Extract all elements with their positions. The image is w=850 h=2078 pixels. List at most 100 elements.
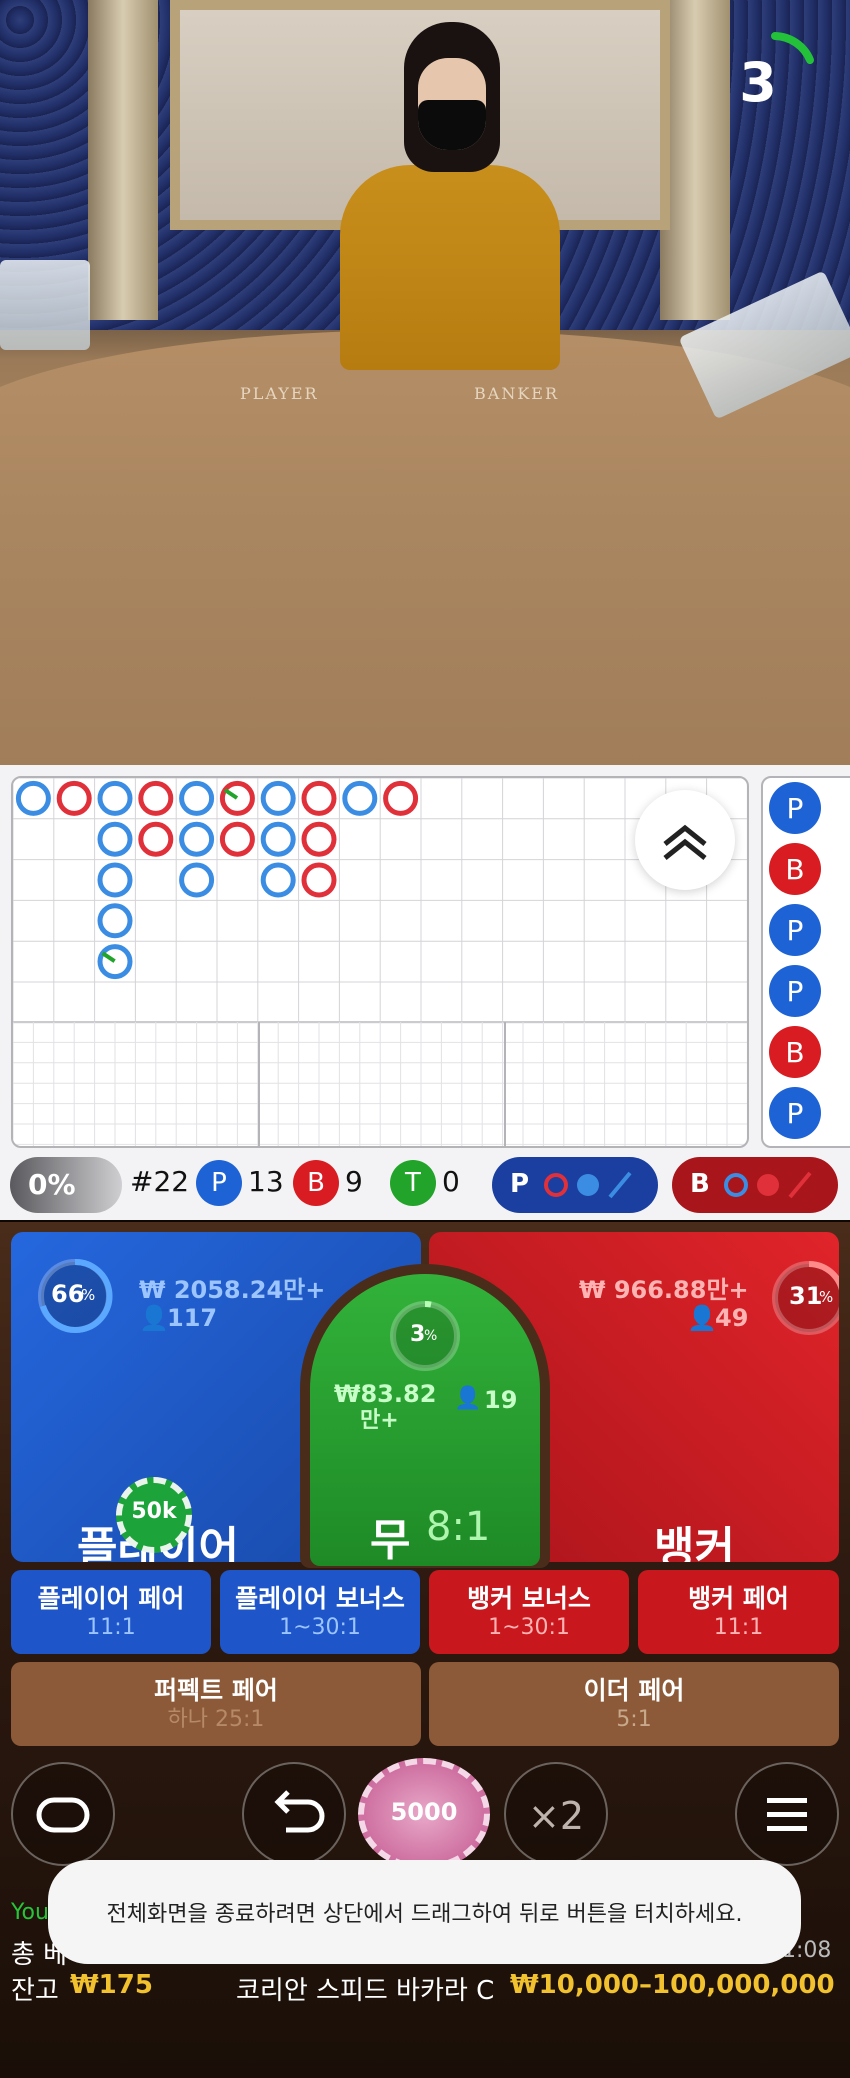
bead-road-marks: PBPPBP xyxy=(769,782,821,1139)
banker-percent: 31 xyxy=(789,1282,823,1310)
tie-marker xyxy=(101,951,116,963)
banker-pair-label: 뱅커 페어 xyxy=(688,1584,789,1613)
dealer-mask xyxy=(418,100,486,150)
player-percent: 66 xyxy=(51,1280,85,1308)
banker-bet-amount: ₩ 966.88만+ xyxy=(579,1276,749,1304)
banker-bonus-button[interactable]: 뱅커 보너스 1~30:1 xyxy=(429,1570,629,1654)
table-icon xyxy=(36,1797,90,1833)
banker-bonus-odds: 1~30:1 xyxy=(488,1615,570,1640)
big-road-player-mark xyxy=(342,780,378,816)
player-pair-button[interactable]: 플레이어 페어 11:1 xyxy=(11,1570,211,1654)
lobby-button[interactable] xyxy=(11,1762,115,1866)
big-road-banker-mark xyxy=(219,821,255,857)
pillar-right xyxy=(660,0,730,320)
fullscreen-toast: 전체화면을 종료하려면 상단에서 드래그하여 뒤로 버튼을 터치하세요. xyxy=(48,1860,801,1964)
round-number: #22 xyxy=(130,1165,190,1198)
card-shoe-left xyxy=(0,260,90,350)
predict-banker-icons xyxy=(724,1171,812,1199)
player-count: 13 xyxy=(248,1165,284,1198)
placed-chip-value: 50k xyxy=(131,1499,177,1524)
player-bet-amount: ₩ 2058.24만+ xyxy=(139,1276,326,1304)
tie-user-icon: 👤 xyxy=(454,1386,482,1411)
bead-label: B xyxy=(785,1036,804,1069)
banker-count-badge: B xyxy=(293,1160,339,1206)
undo-icon xyxy=(274,1790,325,1833)
tie-percent-sign: % xyxy=(424,1328,438,1344)
bet-limits: ₩10,000–100,000,000 xyxy=(510,1970,835,2000)
player-bonus-button[interactable]: 플레이어 보너스 1~30:1 xyxy=(220,1570,420,1654)
tie-count: 0 xyxy=(442,1165,460,1198)
tie-bet-amount-unit: 만+ xyxy=(360,1408,399,1433)
big-road-player-mark xyxy=(260,862,296,898)
double-label: ×2 xyxy=(527,1794,585,1838)
bead-label: P xyxy=(787,914,804,947)
player-user-icon: 👤 xyxy=(139,1304,169,1332)
banker-percent-sign: % xyxy=(819,1288,834,1306)
bead-label: P xyxy=(787,1097,804,1130)
placed-chip[interactable]: 50k xyxy=(116,1477,192,1553)
predict-banker-button[interactable]: B xyxy=(672,1157,838,1213)
roadmap-expand-button[interactable] xyxy=(635,790,735,890)
big-road-banker-mark xyxy=(138,780,174,816)
either-pair-odds: 5:1 xyxy=(616,1707,652,1732)
banker-bonus-label: 뱅커 보너스 xyxy=(467,1584,591,1613)
player-count-badge: P xyxy=(196,1160,242,1206)
perfect-pair-label: 퍼펙트 페어 xyxy=(154,1676,278,1705)
perfect-pair-button[interactable]: 퍼펙트 페어 하나 25:1 xyxy=(11,1662,421,1746)
predict-player-button[interactable]: P xyxy=(492,1157,658,1213)
banker-bettor-count: 49 xyxy=(715,1304,749,1332)
big-road-player-mark xyxy=(260,821,296,857)
balance-label: 잔고 xyxy=(11,1976,59,2006)
banker-pair-button[interactable]: 뱅커 페어 11:1 xyxy=(638,1570,839,1654)
player-bonus-odds: 1~30:1 xyxy=(279,1615,361,1640)
countdown-number: 3 xyxy=(739,51,777,114)
percent-value: 0% xyxy=(28,1168,76,1201)
table-banker-word: BANKER xyxy=(474,384,559,403)
undo-button[interactable] xyxy=(242,1762,346,1866)
perfect-pair-odds: 하나 25:1 xyxy=(167,1707,265,1732)
either-pair-button[interactable]: 이더 페어 5:1 xyxy=(429,1662,839,1746)
tie-bettor-count: 19 xyxy=(484,1386,518,1414)
big-road-banker-mark xyxy=(56,780,92,816)
chip-selector-value: 5000 xyxy=(390,1798,458,1826)
tie-bet-area[interactable]: 3 % ₩83.82 만+ 👤 19 무 8:1 xyxy=(310,1274,540,1566)
balance-value: ₩175 xyxy=(70,1970,153,2000)
big-road-player-mark xyxy=(97,821,133,857)
big-road-player-mark xyxy=(97,862,133,898)
you-label: You xyxy=(11,1900,49,1925)
table-name: 코리안 스피드 바카라 C xyxy=(236,1976,495,2006)
big-road-banker-mark xyxy=(301,821,337,857)
menu-button[interactable] xyxy=(735,1762,839,1866)
hamburger-menu-icon xyxy=(767,1798,807,1831)
player-pair-odds: 11:1 xyxy=(86,1615,136,1640)
big-road-player-mark xyxy=(97,903,133,939)
tie-odds: 8:1 xyxy=(426,1504,491,1550)
big-road-player-mark xyxy=(260,780,296,816)
chip-selector[interactable]: 5000 xyxy=(358,1758,490,1870)
player-pair-label: 플레이어 페어 xyxy=(37,1584,185,1613)
banker-user-icon: 👤 xyxy=(687,1304,717,1332)
either-pair-label: 이더 페어 xyxy=(583,1676,685,1705)
bead-road: PBPPBP xyxy=(761,776,850,1148)
tie-label: 무 xyxy=(370,1515,411,1566)
percent-pill[interactable]: 0% xyxy=(10,1157,122,1213)
double-button[interactable]: ×2 xyxy=(504,1762,608,1866)
big-road-banker-mark xyxy=(301,862,337,898)
player-bettor-count: 117 xyxy=(167,1304,218,1332)
banker-count: 9 xyxy=(345,1165,363,1198)
bead-label: P xyxy=(787,975,804,1008)
big-road-banker-mark xyxy=(219,780,255,816)
game-screen: PLAYER BANKER 3 PBPPBP 0% #22 P 13 B 9 T xyxy=(0,0,850,2078)
tie-marker xyxy=(223,788,239,800)
player-percent-sign: % xyxy=(81,1286,96,1304)
big-road-player-mark xyxy=(179,821,215,857)
big-road-player-mark xyxy=(179,862,215,898)
big-road-banker-mark xyxy=(383,780,419,816)
pillar-left xyxy=(88,0,158,320)
banker-pair-odds: 11:1 xyxy=(713,1615,764,1640)
bead-label: P xyxy=(787,792,804,825)
big-road-player-mark xyxy=(97,944,133,980)
predict-player-icons xyxy=(544,1171,632,1199)
live-video: PLAYER BANKER 3 xyxy=(0,0,850,765)
big-road-banker-mark xyxy=(138,821,174,857)
